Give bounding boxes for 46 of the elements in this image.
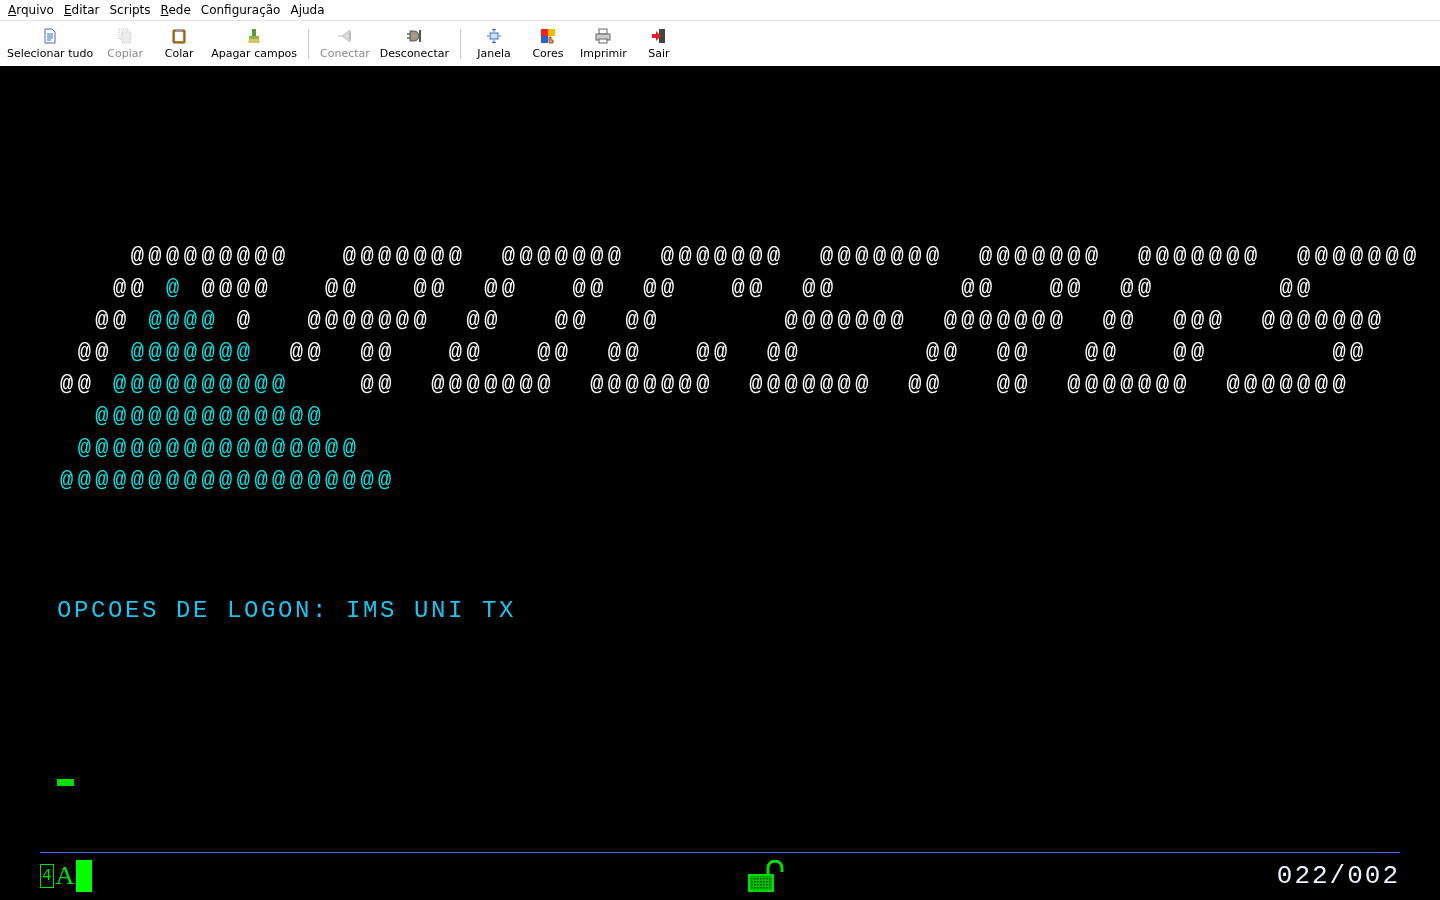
toolbar-button[interactable]: Colar <box>152 25 207 62</box>
ascii-art-text: @@ <box>94 307 132 335</box>
plug-icon <box>336 27 353 44</box>
palette-icon <box>540 27 556 44</box>
ascii-art-text: @@@@@@@@@@@@@@@@ <box>76 435 361 463</box>
menu-item[interactable]: Editar <box>58 3 105 17</box>
status-cursor-block <box>76 860 93 892</box>
ascii-art-text: @@ @@@@@@@ @@@@@@@ @@@@@@@ @@ @@ @@@@@@@ @@@@@@@ <box>359 371 1351 399</box>
session-indicator: 4 <box>40 864 54 888</box>
printer-icon <box>595 27 612 44</box>
toolbar-button[interactable]: Cores <box>521 25 575 62</box>
plug-icon <box>406 27 423 44</box>
ascii-art-text: @@@@ @@ @@ @@ @@ @@ @@ @@ @@ @@ @@ @@ <box>200 275 1315 303</box>
ascii-art-text: @@@@ <box>148 307 220 335</box>
ascii-art-text: @@ <box>112 275 150 303</box>
ascii-art-text: @ <box>166 275 184 303</box>
cursor-position-text: 022/002 <box>1275 861 1400 891</box>
ascii-art-text: @@@@@@@ <box>130 339 255 367</box>
toolbar-button[interactable]: Desconectar <box>374 25 454 62</box>
logon-options-text: OPCOES DE LOGON: IMS UNI TX <box>57 596 518 626</box>
ascii-art-text: @@@@@@@@@@@@@@@@@@@ <box>60 467 396 495</box>
ascii-art-text: @@ @@ @@ @@ @@ @@ @@ @@ @@ @@ @@ @@ <box>288 339 1368 367</box>
menu-item[interactable]: Scripts <box>104 3 156 17</box>
menu-item[interactable]: Configuração <box>195 3 286 17</box>
ascii-art-text: @ @@@@@@@ @@ @@ @@ @@@@@@@ @@@@@@@ @@ @@@ @@@@@@@ <box>235 307 1386 335</box>
ascii-art-text: @@ <box>76 339 115 367</box>
ascii-art-text: @@ <box>60 371 97 399</box>
text-cursor <box>57 779 74 786</box>
ascii-art-text: @@@@@@@@@ @@@@@@@ @@@@@@@ @@@@@@@ @@@@@@@ @@@@@@@ @@@@@@@ @@@@@@@ <box>129 243 1421 271</box>
window-icon <box>486 27 502 44</box>
toolbar-button[interactable]: Sair <box>631 25 686 62</box>
clipboard-icon <box>171 27 188 44</box>
ascii-art-text: @@@@@@@@@@ <box>113 371 290 399</box>
document-icon <box>42 27 59 44</box>
brush-icon <box>246 27 263 44</box>
menu-item[interactable]: Rede <box>155 3 196 17</box>
toolbar-button[interactable]: Apagar campos <box>206 25 303 62</box>
ascii-art-text: @@@@@@@@@@@@@ <box>94 403 326 431</box>
status-indicator: A <box>55 861 75 891</box>
toolbar-button[interactable]: Selecionar tudo <box>2 25 99 62</box>
toolbar-button[interactable]: Janela <box>467 25 521 62</box>
toolbar-button[interactable]: Imprimir <box>575 25 632 62</box>
exit-door-icon <box>650 27 667 44</box>
menu-item[interactable]: Arquivo <box>3 3 59 17</box>
copy-icon <box>117 27 134 44</box>
menu-item[interactable]: Ajuda <box>285 3 330 17</box>
